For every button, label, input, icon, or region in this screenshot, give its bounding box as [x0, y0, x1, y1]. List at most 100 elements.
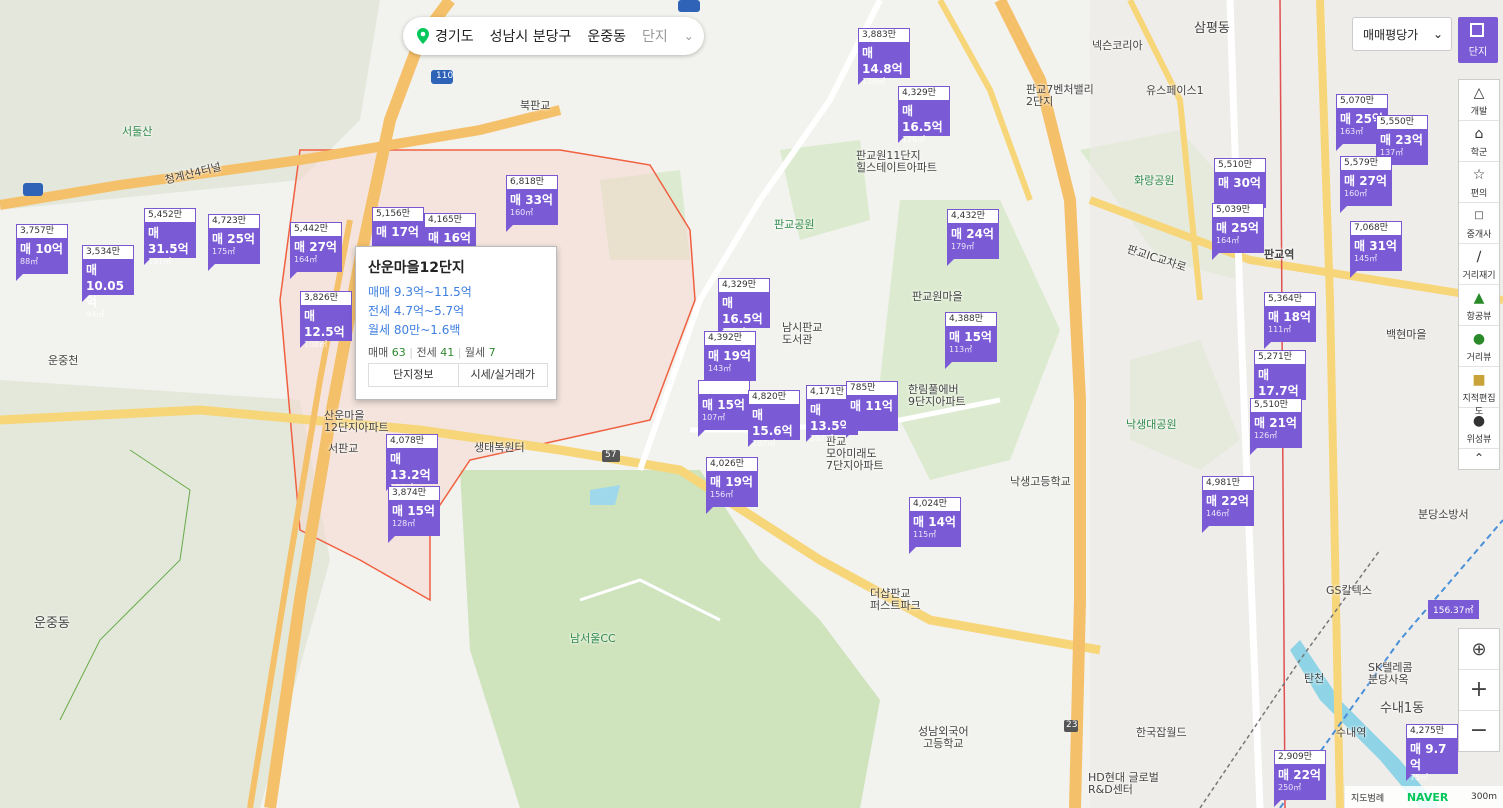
- price-marker[interactable]: 3,757만 매 10억 88㎡: [16, 224, 68, 281]
- price-per-pyeong: 4,723만: [208, 214, 260, 228]
- legend-link[interactable]: 지도범례: [1351, 791, 1384, 804]
- price-marker[interactable]: 5,364만 매 18억 111㎡: [1264, 292, 1316, 349]
- my-location-button[interactable]: ⊕: [1459, 629, 1499, 670]
- tool-development[interactable]: △ 개발: [1459, 80, 1499, 121]
- marker-tail: [208, 264, 215, 271]
- price-marker[interactable]: 2,909만 매 22억 250㎡: [1274, 750, 1326, 807]
- price-marker[interactable]: 4,723만 매 25억 175㎡: [208, 214, 260, 271]
- tool-agent[interactable]: □ 중개사: [1459, 203, 1499, 244]
- sale-price: 매 19억: [708, 349, 751, 363]
- place-sk: SK텔레콤 분당사옥: [1368, 661, 1413, 686]
- area-size: 94㎡: [86, 310, 105, 319]
- area-bubble[interactable]: 156.37㎡: [1428, 600, 1479, 619]
- complex-info-popup[interactable]: 산운마을12단지 매매 9.3억~11.5억 전세 4.7억~5.7억 월세 8…: [355, 246, 557, 400]
- price-marker[interactable]: 4,024만 매 14억 115㎡: [909, 497, 961, 554]
- area-size: 164㎡: [1216, 236, 1240, 245]
- place-seodulsan: 서둘산: [122, 125, 153, 138]
- tool-school[interactable]: ⌂ 학군: [1459, 121, 1499, 162]
- tool-collapse[interactable]: ⌃: [1459, 449, 1499, 469]
- place-nakseng: 낙생대공원: [1126, 418, 1177, 431]
- sale-price: 매 10억: [20, 242, 63, 256]
- listing-counts: 매매 63 | 전세 41 | 월세 7: [368, 346, 496, 359]
- price-per-pyeong: 3,883만: [858, 28, 910, 42]
- price-marker[interactable]: 4,078만매 13.2억107㎡: [386, 434, 438, 492]
- area-size: 107㎡: [702, 413, 726, 422]
- sale-price: 매 10.05억: [86, 263, 124, 309]
- map-scale-bar: 지도범례 NAVER 300m: [1345, 786, 1503, 808]
- sale-price: 매 15억: [392, 504, 435, 518]
- price-marker[interactable]: 5,452만 매 31.5억 191㎡: [144, 208, 196, 266]
- tool-label: 항공뷰: [1466, 312, 1492, 322]
- tool-cadastral[interactable]: ■ 지적편집도: [1459, 367, 1499, 417]
- price-marker[interactable]: 4,820만 매 15.6억 107㎡: [748, 390, 800, 448]
- area-size: 75㎡: [1410, 773, 1429, 782]
- sale-price: 매 15.6억: [752, 408, 793, 438]
- price-per-pyeong: 5,510만: [1250, 398, 1302, 412]
- price-marker[interactable]: 3,534만 매 10.05억 94㎡: [82, 245, 134, 319]
- place-seopangyo: 서판교: [328, 442, 359, 455]
- price-marker[interactable]: 5,510만 매 21억 126㎡: [1250, 398, 1302, 455]
- price-marker[interactable]: 5,039만 매 25억 164㎡: [1212, 203, 1264, 260]
- road-23-badge: 23: [1066, 720, 1078, 730]
- area-size: 108㎡: [304, 340, 328, 349]
- price-marker[interactable]: 4,981만 매 22억 146㎡: [1202, 476, 1254, 533]
- building-icon: [1470, 23, 1484, 37]
- tool-satellite[interactable]: ● 위성뷰: [1459, 408, 1499, 449]
- price-marker[interactable]: 4,329만매 16.5억126㎡: [718, 278, 770, 336]
- complex-info-button[interactable]: 단지정보: [369, 364, 458, 386]
- sale-price: 매 31억: [1354, 239, 1397, 253]
- place-nexon: 넥슨코리아: [1092, 39, 1143, 52]
- area-size: 143㎡: [708, 364, 732, 373]
- zoom-out-button[interactable]: −: [1459, 711, 1499, 751]
- price-per-pyeong: 5,579만: [1340, 156, 1392, 170]
- sale-price: 매 27억: [294, 240, 337, 254]
- price-marker[interactable]: 3,826만 매 12.5억 108㎡: [300, 291, 352, 349]
- tool-label: 중개사: [1466, 230, 1492, 240]
- place-sunae-station: 수내역: [1336, 726, 1367, 739]
- price-marker[interactable]: 4,432만 매 24억 179㎡: [947, 209, 999, 266]
- price-type-select[interactable]: 매매평당가 ⌄: [1352, 17, 1452, 51]
- price-per-pyeong: 3,757만: [16, 224, 68, 238]
- price-marker[interactable]: 7,068만 매 31억 145㎡: [1350, 221, 1402, 278]
- breadcrumb-province[interactable]: 경기도: [435, 26, 474, 46]
- sale-price: 매 15억: [949, 330, 992, 344]
- chevron-down-icon[interactable]: ⌄: [684, 29, 694, 43]
- tool-measure[interactable]: ∕ 거리재기: [1459, 244, 1499, 285]
- complex-name[interactable]: 산운마을12단지: [368, 257, 544, 277]
- place-seongnam-foreign: 성남외국어 고등학교: [918, 725, 969, 750]
- zoom-in-button[interactable]: +: [1459, 670, 1499, 711]
- tool-convenience[interactable]: ☆ 편의: [1459, 162, 1499, 203]
- price-marker[interactable]: 4,026만 매 19억 156㎡: [706, 457, 758, 514]
- price-per-pyeong: 4,392만: [704, 331, 756, 345]
- danji-toggle-button[interactable]: 단지: [1458, 17, 1498, 63]
- place-pangyo-station: 판교역: [1264, 248, 1295, 261]
- price-per-pyeong: 5,156만: [372, 207, 424, 221]
- price-marker[interactable]: 4,275만 매 9.7억 75㎡: [1406, 724, 1458, 782]
- marker-tail: [945, 362, 952, 369]
- breadcrumb-city[interactable]: 성남시 분당구: [490, 26, 572, 46]
- price-marker[interactable]: 4,329만매 16.5억126㎡: [898, 86, 950, 144]
- price-marker[interactable]: 3,883만 매 14.8억 126㎡: [858, 28, 910, 86]
- breadcrumb-dong[interactable]: 운중동: [587, 26, 626, 46]
- price-marker[interactable]: 5,442만 매 27억 164㎡: [290, 222, 342, 279]
- tool-street[interactable]: ● 거리뷰: [1459, 326, 1499, 367]
- price-marker[interactable]: 6,818만 매 33억 160㎡: [506, 175, 558, 232]
- price-history-button[interactable]: 시세/실거래가: [457, 364, 548, 386]
- tool-aerial[interactable]: ▲ 항공뷰: [1459, 285, 1499, 326]
- breadcrumb-type[interactable]: 단지: [642, 26, 668, 46]
- tool-label: 편의: [1470, 189, 1488, 199]
- price-per-pyeong: 2,909만: [1274, 750, 1326, 764]
- price-marker[interactable]: 4,388만 매 15억 113㎡: [945, 312, 997, 369]
- naver-logo: NAVER: [1406, 790, 1449, 804]
- place-theshop: 더샵판교 퍼스트파크: [870, 587, 921, 612]
- wolse-range: 월세 80만~1.6백: [368, 323, 461, 337]
- development-icon: △: [1473, 85, 1485, 101]
- place-namseoulcc: 남서울CC: [570, 632, 616, 645]
- price-marker[interactable]: 매 15억 107㎡: [698, 380, 750, 437]
- price-marker[interactable]: 785만 매 11억: [846, 381, 898, 438]
- area-size: 107㎡: [752, 439, 776, 448]
- price-marker[interactable]: 3,874만 매 15억 128㎡: [388, 486, 440, 543]
- location-breadcrumb: 경기도 성남시 분당구 운중동 단지 ⌄: [403, 17, 704, 55]
- price-marker[interactable]: 5,579만 매 27억 160㎡: [1340, 156, 1392, 213]
- price-type-value: 매매평당가: [1363, 27, 1419, 42]
